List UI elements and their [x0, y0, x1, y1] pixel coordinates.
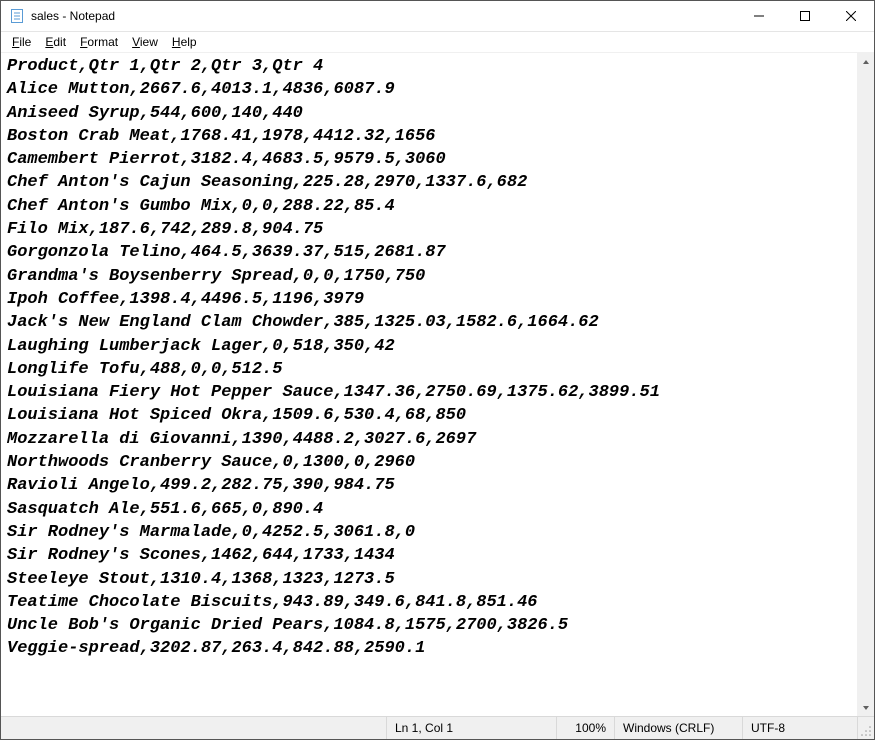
editor-area: Product,Qtr 1,Qtr 2,Qtr 3,Qtr 4 Alice Mu… [1, 53, 874, 716]
close-button[interactable] [828, 1, 874, 31]
status-eol: Windows (CRLF) [614, 717, 742, 739]
status-encoding: UTF-8 [742, 717, 857, 739]
maximize-button[interactable] [782, 1, 828, 31]
menubar: File Edit Format View Help [1, 32, 874, 53]
menu-edit[interactable]: Edit [38, 34, 73, 50]
vertical-scrollbar[interactable] [857, 53, 874, 716]
minimize-button[interactable] [736, 1, 782, 31]
window-controls [736, 1, 874, 31]
app-icon [9, 8, 25, 24]
text-editor[interactable]: Product,Qtr 1,Qtr 2,Qtr 3,Qtr 4 Alice Mu… [1, 53, 857, 716]
scroll-track[interactable] [858, 70, 874, 699]
resize-grip-icon[interactable] [857, 717, 874, 739]
window-title: sales - Notepad [31, 9, 736, 23]
menu-format[interactable]: Format [73, 34, 125, 50]
notepad-window: sales - Notepad File Edit Format View He… [0, 0, 875, 740]
scroll-down-icon[interactable] [858, 699, 874, 716]
menu-file[interactable]: File [5, 34, 38, 50]
status-lncol: Ln 1, Col 1 [386, 717, 556, 739]
menu-help[interactable]: Help [165, 34, 204, 50]
menu-view[interactable]: View [125, 34, 165, 50]
titlebar[interactable]: sales - Notepad [1, 1, 874, 32]
status-spacer [1, 717, 386, 739]
scroll-up-icon[interactable] [858, 53, 874, 70]
status-zoom: 100% [556, 717, 614, 739]
statusbar: Ln 1, Col 1 100% Windows (CRLF) UTF-8 [1, 716, 874, 739]
